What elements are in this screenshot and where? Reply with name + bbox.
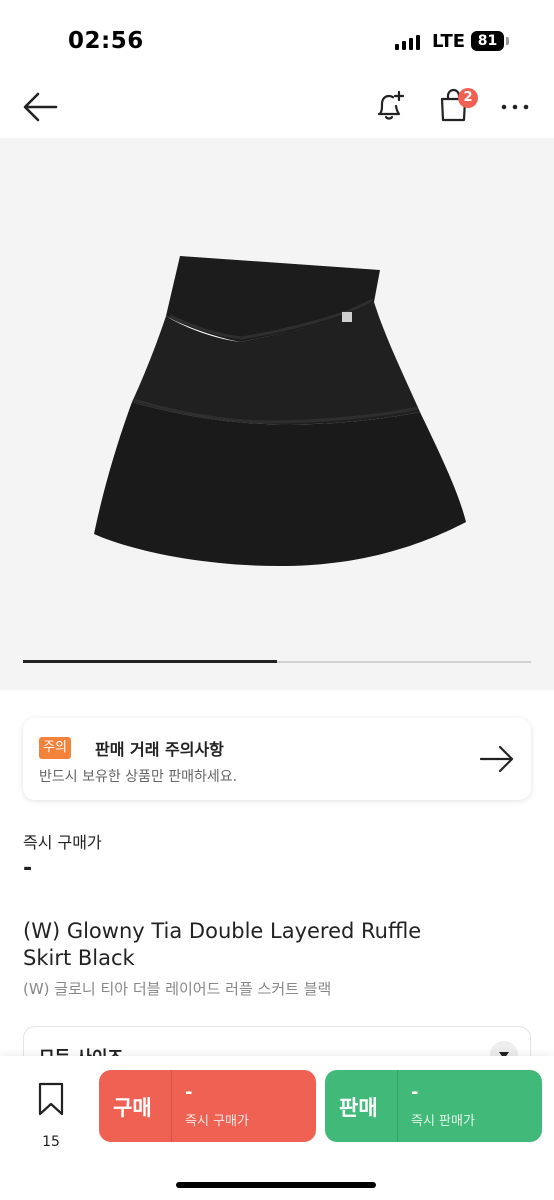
caution-tag: 주의: [39, 737, 71, 759]
product-title: (W) Glowny Tia Double Layered Ruffle Ski…: [23, 919, 422, 970]
buy-button-label: 구매: [113, 1096, 152, 1120]
wishlist-button[interactable]: 15: [30, 1078, 72, 1150]
wishlist-count: 15: [42, 1134, 60, 1150]
caution-subtitle: 반드시 보유한 상품만 판매하세요.: [39, 769, 238, 785]
network-label: LTE: [432, 31, 466, 52]
battery-tip: [506, 37, 509, 45]
status-time: 02:56: [68, 28, 144, 54]
instant-buy-price-label: 즉시 구매가: [23, 833, 102, 852]
status-bar: 02:56 LTE 81: [0, 0, 554, 76]
battery-icon: 81: [471, 31, 509, 51]
product-image: [94, 256, 466, 566]
arrow-right-icon: [479, 745, 514, 773]
signal-icon: [395, 34, 420, 50]
sell-caution-card[interactable]: 주의 판매 거래 주의사항 반드시 보유한 상품만 판매하세요.: [23, 718, 531, 800]
more-icon[interactable]: [498, 90, 532, 124]
instant-buy-price-value: -: [23, 856, 33, 881]
buy-button-sublabel: 즉시 구매가: [185, 1114, 249, 1129]
bottom-action-bar: 15 구매 - 즉시 구매가 판매 - 즉시 판매가: [0, 1056, 554, 1200]
sell-button[interactable]: 판매 - 즉시 판매가: [325, 1070, 542, 1142]
sell-button-price: -: [411, 1082, 419, 1103]
product-image-carousel[interactable]: [0, 138, 554, 690]
bookmark-icon: [38, 1082, 64, 1116]
bell-plus-icon[interactable]: [372, 88, 408, 124]
caution-title: 판매 거래 주의사항: [95, 740, 224, 759]
sell-button-label: 판매: [339, 1096, 378, 1120]
buy-button[interactable]: 구매 - 즉시 구매가: [99, 1070, 316, 1142]
back-arrow-icon[interactable]: [20, 90, 60, 124]
sell-button-sublabel: 즉시 판매가: [411, 1114, 475, 1129]
battery-level: 81: [471, 31, 504, 51]
sell-button-divider: [397, 1070, 398, 1142]
buy-button-price: -: [185, 1082, 193, 1103]
carousel-indicator: [23, 660, 531, 663]
buy-button-divider: [171, 1070, 172, 1142]
home-indicator: [176, 1182, 376, 1188]
product-subtitle: (W) 글로니 티아 더블 레이어드 러플 스커트 블랙: [23, 980, 332, 998]
cart-badge: 2: [458, 88, 478, 108]
carousel-indicator-fill: [23, 660, 277, 663]
